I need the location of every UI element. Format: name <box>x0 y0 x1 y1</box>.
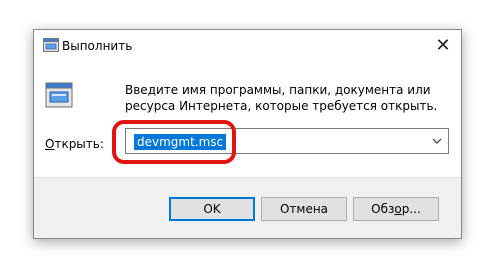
instruction-text: Введите имя программы, папки, документа … <box>125 83 438 113</box>
run-icon <box>43 38 59 52</box>
open-label: Открыть: <box>45 137 104 151</box>
cancel-button[interactable]: Отмена <box>261 197 347 221</box>
cancel-button-label: Отмена <box>279 202 329 216</box>
close-button[interactable]: ✕ <box>425 30 461 60</box>
title-bar[interactable]: Выполнить ✕ <box>34 30 461 60</box>
run-icon-large <box>45 82 73 108</box>
browse-label-suffix: р... <box>401 202 421 216</box>
open-label-rest: ткрыть: <box>54 137 104 151</box>
button-bar: OK Отмена Обз о р... <box>34 177 461 238</box>
browse-button[interactable]: Обз о р... <box>353 197 439 221</box>
command-input[interactable]: devmgmt.msc <box>134 134 227 150</box>
ok-button[interactable]: OK <box>169 197 255 221</box>
window-title: Выполнить <box>62 39 133 53</box>
ok-button-label: OK <box>203 202 221 216</box>
open-combobox[interactable]: devmgmt.msc <box>125 128 449 154</box>
browse-label-prefix: Обз <box>371 202 395 216</box>
run-dialog: Выполнить ✕ Введите имя программы, папки… <box>33 29 462 239</box>
chevron-down-icon[interactable] <box>432 136 442 146</box>
dialog-body <box>34 60 461 179</box>
close-icon: ✕ <box>435 34 451 56</box>
browse-label-accelerator: о <box>394 202 402 216</box>
